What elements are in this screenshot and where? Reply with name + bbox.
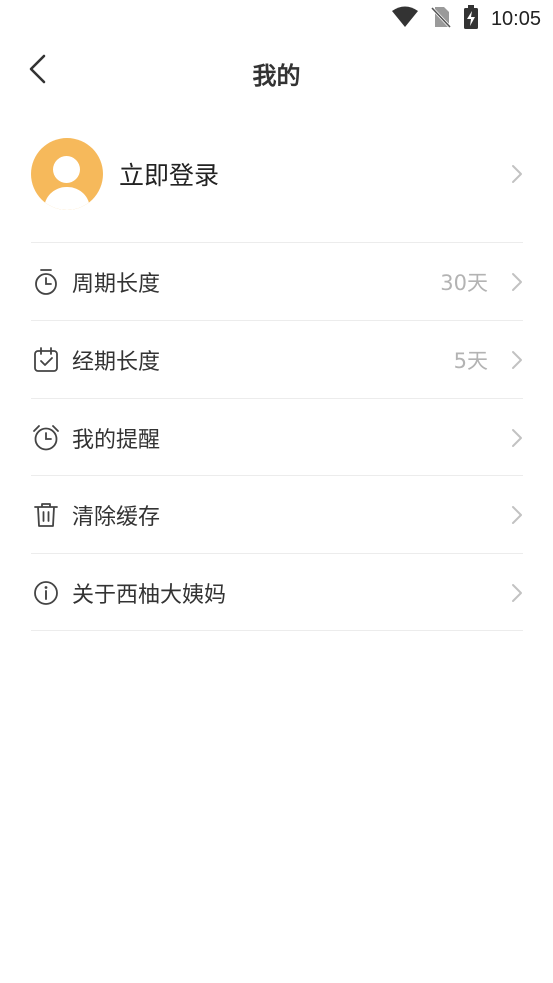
no-sim-icon [430, 6, 452, 32]
menu-label: 关于西柚大姨妈 [72, 582, 227, 608]
avatar [31, 138, 103, 210]
chevron-right-icon [511, 164, 523, 188]
menu-item-period-length[interactable]: 经期长度 5天 [31, 321, 523, 398]
chevron-right-icon [511, 583, 523, 607]
status-time: 10:05 [490, 7, 541, 30]
menu-item-my-reminders[interactable]: 我的提醒 [31, 399, 523, 476]
menu-item-clear-cache[interactable]: 清除缓存 [31, 476, 523, 553]
battery-charging-icon [463, 5, 479, 33]
menu-item-about[interactable]: 关于西柚大姨妈 [31, 554, 523, 631]
login-label: 立即登录 [119, 161, 220, 190]
info-icon [31, 578, 61, 608]
calendar-check-icon [31, 345, 61, 375]
menu-label: 经期长度 [72, 349, 161, 375]
menu-value: 30天 [440, 270, 488, 295]
status-icons: 10:05 [391, 5, 541, 33]
chevron-right-icon [511, 428, 523, 452]
menu-item-cycle-length[interactable]: 周期长度 30天 [31, 243, 523, 320]
menu-label: 我的提醒 [72, 427, 161, 453]
wifi-icon [391, 6, 419, 32]
page-title: 我的 [252, 62, 301, 90]
menu-label: 清除缓存 [72, 504, 161, 530]
app-bar: 我的 [0, 38, 553, 104]
chevron-right-icon [511, 350, 523, 374]
alarm-clock-icon [31, 423, 61, 453]
status-bar: 10:05 [0, 0, 553, 38]
menu-value: 5天 [453, 348, 488, 373]
menu-label: 周期长度 [72, 271, 161, 297]
trash-icon [31, 500, 61, 530]
timer-icon [31, 267, 61, 297]
chevron-right-icon [511, 505, 523, 529]
divider [31, 630, 523, 631]
chevron-right-icon [511, 272, 523, 296]
login-row[interactable]: 立即登录 [31, 137, 523, 211]
